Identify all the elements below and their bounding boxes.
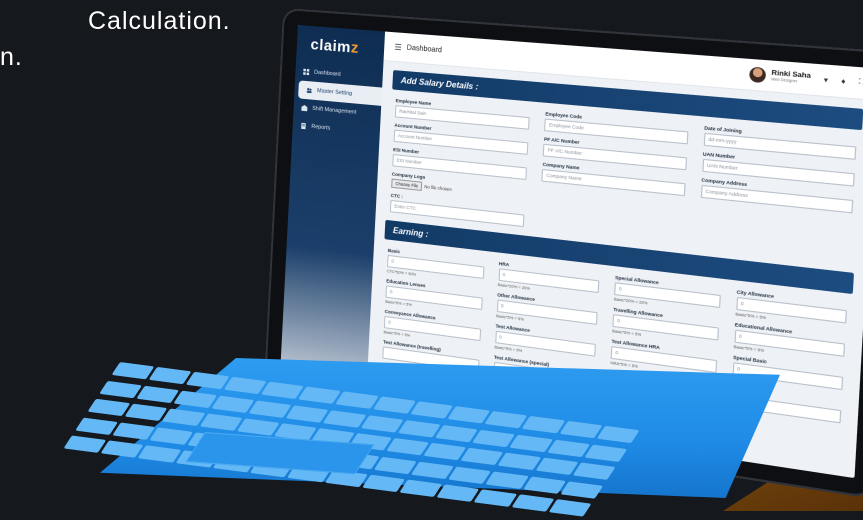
sidebar-item-label: Dashboard [313, 69, 341, 78]
keyboard-key [162, 408, 205, 427]
keyboard-key [112, 422, 156, 440]
avatar[interactable] [748, 66, 766, 84]
keyboard-key [100, 440, 144, 459]
logo-text: claim [310, 36, 352, 57]
fullscreen-icon[interactable]: ⛶ [859, 78, 863, 87]
keyboard-key [473, 489, 517, 508]
keyboard-key [87, 398, 131, 417]
sidebar-item-label: Master Setting [316, 87, 353, 98]
keyboard-key [149, 427, 193, 445]
logo-accent: z [350, 39, 360, 58]
keyboard-key [360, 414, 404, 433]
bell-icon[interactable]: ♦ [841, 77, 846, 85]
keyboard-key [560, 481, 604, 499]
file-status: No file chosen [424, 184, 452, 193]
keyboard-key [63, 435, 107, 454]
keyboard-key [136, 385, 180, 403]
keyboard-key [485, 471, 529, 489]
keyboard-key [137, 445, 181, 464]
report-icon [300, 122, 306, 130]
headline-line-2: n. [0, 43, 23, 71]
keyboard-key [99, 380, 143, 398]
keyboard-key [236, 418, 280, 436]
keyboard-key [510, 494, 554, 513]
keyboard-key [535, 457, 579, 476]
keyboard-key [124, 403, 168, 422]
sidebar-item-label: Reports [311, 123, 331, 132]
keyboard-key [361, 475, 405, 493]
keyboard-key [548, 499, 592, 517]
keyboard-key [423, 443, 467, 461]
keyboard-key [460, 447, 504, 466]
keyboard-key [199, 413, 243, 432]
page-title: Dashboard [406, 43, 443, 54]
keyboard-key [148, 366, 192, 385]
keyboard-key [523, 476, 566, 494]
keyboard-key [547, 439, 591, 457]
building-icon [301, 104, 308, 112]
keyboard-key [385, 438, 429, 456]
keyboard-key [436, 484, 480, 503]
keyboard-key [75, 417, 119, 435]
keyboard-key [111, 362, 155, 380]
grid-icon [303, 68, 310, 76]
keyboard-key [509, 434, 553, 452]
keyboard-key [397, 419, 441, 438]
user-info[interactable]: Rinki Saha Web Designer [771, 69, 811, 84]
keyboard-key [174, 390, 218, 408]
hamburger-menu-icon[interactable]: ☰ [394, 42, 402, 52]
choose-file-button[interactable]: Choose File [391, 178, 423, 191]
headline-line-1: Calculation. [88, 7, 231, 35]
people-icon [306, 87, 312, 94]
keyboard-key [373, 456, 417, 475]
keyboard-key [399, 479, 442, 498]
keyboard-key [323, 409, 367, 428]
keyboard-key [497, 452, 541, 471]
chevron-down-icon[interactable]: ▾ [824, 76, 829, 85]
keyboard-key [211, 395, 255, 413]
keyboard-key [472, 429, 516, 447]
keyboard-key [286, 404, 329, 423]
sidebar-item-label: Shift Management [312, 105, 357, 116]
keyboard-key [435, 424, 479, 443]
keyboard-key [411, 461, 455, 479]
keyboard-key [248, 400, 292, 418]
keyboard-key [448, 466, 492, 484]
